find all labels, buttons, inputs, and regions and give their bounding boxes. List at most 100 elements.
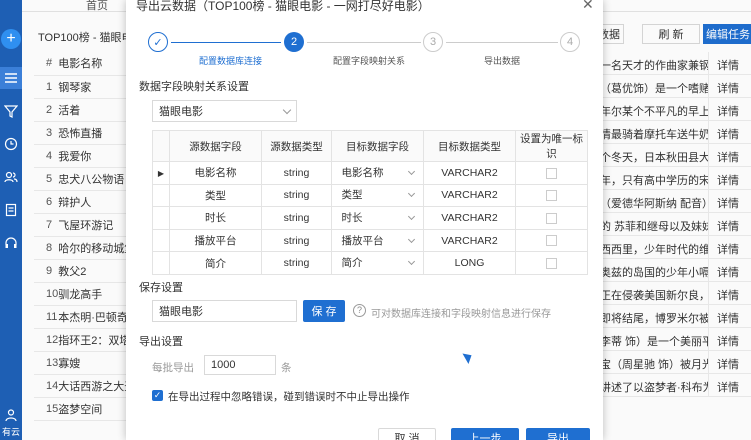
unique-key-cell [515,206,588,230]
step-connector-1 [171,42,281,43]
step-4: 4 [560,32,580,52]
export-section-title: 导出设置 [139,336,183,348]
list-icon[interactable] [0,67,22,89]
target-type: LONG [423,251,516,275]
mapping-header-row: 源数据字段 源数据类型 目标数据字段 目标数据类型 设置为唯一标识 [152,130,588,162]
source-select[interactable]: 猫眼电影 [152,100,297,122]
mapping-row[interactable]: 时长 string 时长 VARCHAR2 [152,206,588,230]
row-indicator [152,206,170,230]
source-type: string [261,251,332,275]
target-field-cell[interactable]: 播放平台 [331,228,424,253]
export-button[interactable]: 导出 [526,428,590,440]
target-field-select[interactable]: 电影名称 [342,164,418,182]
target-field-select[interactable]: 时长 [342,209,418,227]
field-mapping-table: 源数据字段 源数据类型 目标数据字段 目标数据类型 设置为唯一标识 ▶ 电影名称 s… [152,130,588,275]
mapping-row[interactable]: 简介 string 简介 LONG [152,251,588,275]
users-icon[interactable] [0,166,22,188]
question-icon: ? [353,304,366,317]
row-indicator: ▶ [152,161,170,185]
chevron-down-icon [282,105,292,115]
row-indicator [152,251,170,275]
unique-key-cell [515,161,588,185]
step-label-1: 配置数据库连接 [199,56,263,66]
target-field-cell[interactable]: 电影名称 [331,161,424,185]
target-field-select[interactable]: 类型 [342,186,418,204]
filter-icon[interactable] [0,100,22,122]
dialog-title: 导出云数据（TOP100榜 - 猫眼电影 - 一网打尽好电影） [136,0,430,13]
unique-key-cell [515,183,588,208]
source-field: 电影名称 [169,161,262,185]
headset-icon[interactable] [0,232,22,254]
prev-step-button[interactable]: 上一步 [451,428,519,440]
ignore-errors-checkbox[interactable]: ✓ [152,390,163,401]
unique-key-checkbox[interactable] [546,257,557,269]
unique-key-checkbox[interactable] [546,167,557,179]
ignore-errors-label: 在导出过程中忽略错误，碰到错误时不中止导出操作 [168,391,410,403]
header-target-type: 目标数据类型 [423,130,516,162]
mapping-row[interactable]: 播放平台 string 播放平台 VARCHAR2 [152,228,588,253]
step-label-3: 导出数据 [484,56,521,66]
save-hint: 可对数据库连接和字段映射信息进行保存 [371,309,551,320]
target-field-cell[interactable]: 类型 [331,183,424,208]
unique-key-cell [515,251,588,275]
unique-key-checkbox[interactable] [546,235,557,247]
caret-right-icon: ▶ [157,168,165,178]
source-select-value: 猫眼电影 [159,106,203,118]
source-type: string [261,183,332,208]
user-icon[interactable] [0,404,22,426]
header-source-type: 源数据类型 [261,130,332,162]
row-indicator [152,228,170,253]
source-type: string [261,206,332,230]
mapping-row[interactable]: ▶ 电影名称 string 电影名称 VARCHAR2 [152,161,588,185]
batch-unit: 条 [281,362,292,374]
target-type: VARCHAR2 [423,228,516,253]
save-button[interactable]: 保 存 [303,300,345,322]
chevron-down-icon [407,258,415,266]
mapping-row[interactable]: 类型 string 类型 VARCHAR2 [152,183,588,208]
chevron-down-icon [407,212,415,221]
cancel-button[interactable]: 取 消 [378,428,436,440]
target-field-select[interactable]: 播放平台 [342,232,418,250]
save-section-title: 保存设置 [139,282,183,294]
row-indicator [152,183,170,208]
source-field: 播放平台 [169,228,262,253]
source-field: 时长 [169,206,262,230]
step-connector-3 [446,42,558,43]
row-indicator-header [152,130,170,162]
chevron-down-icon [407,167,415,175]
target-field-cell[interactable]: 时长 [331,206,424,230]
mapping-section-title: 数据字段映射关系设置 [139,81,249,93]
source-type: string [261,228,332,253]
add-task-button[interactable]: + [0,28,22,50]
unique-key-checkbox[interactable] [546,190,557,202]
chevron-down-icon [407,235,415,243]
step-2: 2 [284,32,304,52]
step-connector-2 [307,42,421,43]
clock-icon[interactable] [0,133,22,155]
target-field-cell[interactable]: 简介 [331,251,424,275]
target-field-value: 播放平台 [341,234,384,247]
brand-label: 有云服 [1,427,20,437]
target-type: VARCHAR2 [423,161,516,185]
export-dialog: 导出云数据（TOP100榜 - 猫眼电影 - 一网打尽好电影） ✕ ✓ 2 3 … [126,0,603,440]
target-type: VARCHAR2 [423,206,516,230]
save-name-input[interactable]: 猫眼电影 [152,300,297,322]
source-type: string [261,161,332,185]
target-field-value: 时长 [341,211,363,224]
batch-size-input[interactable]: 1000 [204,355,276,375]
step-1: ✓ [148,32,168,52]
unique-key-checkbox[interactable] [546,212,557,224]
unique-key-cell [515,228,588,253]
target-field-select[interactable]: 简介 [342,254,418,272]
target-field-value: 电影名称 [341,166,384,179]
step-3: 3 [423,32,443,52]
left-sidebar: + 有云服 [0,0,22,440]
target-type: VARCHAR2 [423,183,516,208]
document-icon[interactable] [0,199,22,221]
source-field: 类型 [169,183,262,208]
chevron-down-icon [407,190,415,198]
close-icon[interactable]: ✕ [582,0,594,13]
step-label-2: 配置字段映射关系 [333,56,406,66]
target-field-value: 简介 [341,257,363,270]
header-unique-key: 设置为唯一标识 [515,130,588,162]
